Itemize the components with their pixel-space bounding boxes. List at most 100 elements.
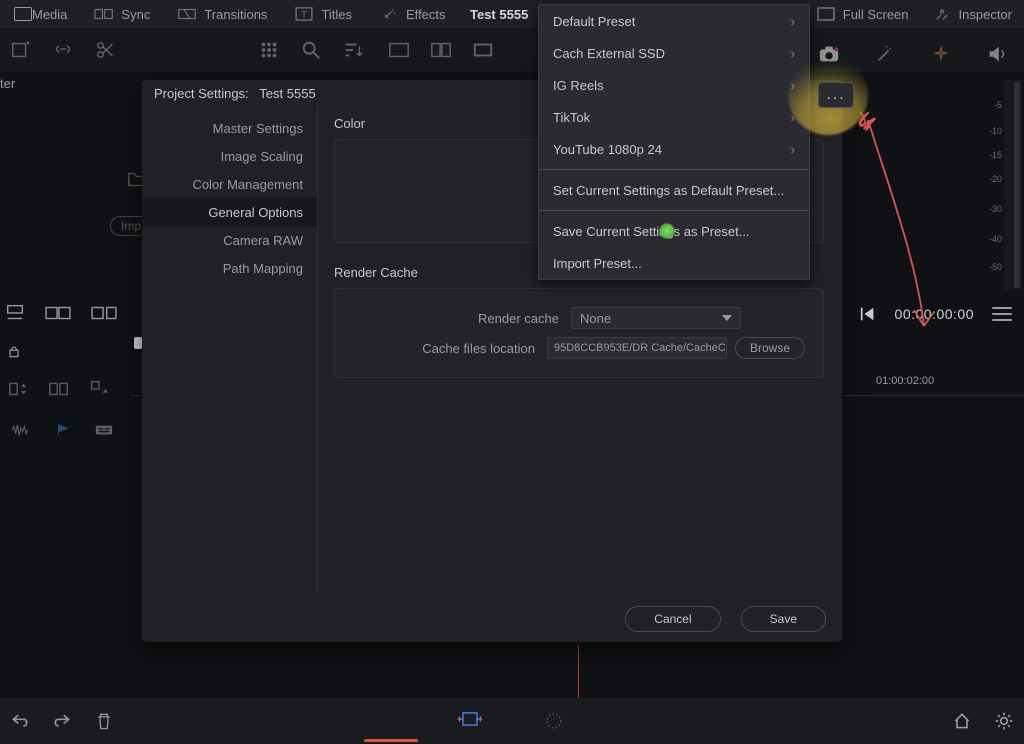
chevron-right-icon: ›	[791, 14, 795, 29]
insert-clip-icon[interactable]	[44, 302, 72, 324]
cancel-button[interactable]: Cancel	[625, 606, 720, 632]
sidebar-item-master-settings[interactable]: Master Settings	[142, 114, 317, 142]
playhead-line[interactable]	[578, 645, 579, 698]
preset-item-set-default[interactable]: Set Current Settings as Default Preset..…	[539, 174, 809, 206]
append-clip-icon[interactable]	[90, 302, 118, 324]
menu-transitions[interactable]: Transitions	[164, 0, 281, 28]
meter-tick: -5	[994, 100, 1002, 110]
grid-icon[interactable]	[258, 39, 280, 61]
top-menu-bar: Media Sync Transitions T Titles Effects …	[0, 0, 1024, 28]
meter-track	[1014, 82, 1020, 288]
timeline-view-c-icon[interactable]	[88, 379, 110, 399]
preset-item-save-preset[interactable]: Save Current Settings as Preset...	[539, 215, 809, 247]
menu-separator	[539, 169, 809, 170]
inspector-icon	[933, 7, 951, 21]
search-icon[interactable]	[300, 39, 322, 61]
lock-icon[interactable]	[6, 343, 22, 359]
label-text: ter	[0, 76, 15, 91]
new-bin-icon[interactable]	[10, 39, 32, 61]
sidebar-item-general-options[interactable]: General Options	[142, 198, 317, 226]
svg-text:T: T	[302, 10, 308, 20]
sidebar-item-path-mapping[interactable]: Path Mapping	[142, 254, 317, 282]
ripple-overwrite-icon[interactable]	[4, 302, 26, 324]
preset-item-youtube[interactable]: YouTube 1080p 24 ›	[539, 133, 809, 165]
home-icon[interactable]	[952, 711, 972, 731]
view-mode-a-icon[interactable]	[388, 39, 410, 61]
playhead-marker-icon[interactable]	[134, 337, 142, 349]
timeline-view-a-icon[interactable]	[8, 379, 30, 399]
sidebar-item-image-scaling[interactable]: Image Scaling	[142, 142, 317, 170]
meter-tick: -15	[989, 150, 1002, 160]
left-timeline-tools-upper	[0, 296, 140, 330]
sort-icon[interactable]	[342, 39, 364, 61]
subtitle-icon[interactable]	[94, 423, 114, 437]
options-dots-button[interactable]: ...	[818, 82, 854, 108]
annotation-red-scribble	[840, 100, 960, 340]
preset-item-ig-reels[interactable]: IG Reels ›	[539, 69, 809, 101]
preset-item-label: Import Preset...	[553, 256, 642, 271]
effects-icon	[380, 7, 398, 21]
cache-location-row: Cache files location 95D8CCB953E/DR Cach…	[353, 333, 805, 363]
menu-label: Inspector	[959, 7, 1012, 22]
gear-icon[interactable]	[994, 711, 1014, 731]
menu-label: Full Screen	[843, 7, 909, 22]
cache-location-label: Cache files location	[397, 341, 547, 356]
meter-tick: -50	[989, 262, 1002, 272]
sidebar-item-color-management[interactable]: Color Management	[142, 170, 317, 198]
menu-effects[interactable]: Effects	[366, 0, 460, 28]
menu-label: Sync	[121, 7, 150, 22]
trash-icon[interactable]	[94, 711, 114, 731]
link-icon[interactable]	[52, 39, 74, 61]
menu-media[interactable]: Media	[0, 0, 81, 28]
waveform-icon[interactable]	[10, 423, 30, 437]
menu-label: Transitions	[204, 7, 267, 22]
camera-icon[interactable]	[818, 43, 840, 65]
undo-icon[interactable]	[10, 711, 30, 731]
bottom-bar	[0, 698, 1024, 744]
ruler-timecode: 01:00:02:00	[876, 375, 934, 387]
scissors-icon[interactable]	[94, 39, 116, 61]
preset-item-label: TikTok	[553, 110, 590, 125]
sync-icon	[95, 7, 113, 21]
annotation-click-cursor	[659, 223, 675, 239]
render-cache-select[interactable]: None	[571, 307, 741, 329]
media-icon	[14, 7, 32, 21]
app-root: Media Sync Transitions T Titles Effects …	[0, 0, 1024, 744]
render-cache-row: Render cache None	[353, 303, 805, 333]
save-button[interactable]: Save	[741, 606, 826, 632]
page-edit[interactable]	[540, 711, 568, 731]
menu-sync[interactable]: Sync	[81, 0, 164, 28]
cache-location-input[interactable]: 95D8CCB953E/DR Cache/CacheClip	[547, 337, 727, 359]
preset-item-cache-ssd[interactable]: Cach External SSD ›	[539, 37, 809, 69]
project-title: Test 5555	[470, 0, 528, 28]
hamburger-menu-icon[interactable]	[992, 307, 1012, 321]
chevron-right-icon: ›	[791, 142, 795, 157]
cache-location-value: 95D8CCB953E/DR Cache/CacheClip	[554, 342, 727, 354]
view-mode-b-icon[interactable]	[430, 39, 452, 61]
magic-wand-icon[interactable]	[874, 43, 896, 65]
timeline-left-controls	[0, 335, 130, 698]
speaker-icon[interactable]	[986, 43, 1008, 65]
view-mode-c-icon[interactable]	[472, 39, 494, 61]
page-cut[interactable]	[456, 709, 484, 734]
menu-inspector[interactable]: Inspector	[921, 0, 1024, 28]
preset-item-tiktok[interactable]: TikTok ›	[539, 101, 809, 133]
dialog-title-prefix: Project Settings:	[154, 86, 249, 101]
preset-item-default[interactable]: Default Preset ›	[539, 5, 809, 37]
redo-icon[interactable]	[52, 711, 72, 731]
marker-flag-icon[interactable]	[52, 423, 72, 437]
browse-button[interactable]: Browse	[735, 337, 805, 359]
sidebar-item-camera-raw[interactable]: Camera RAW	[142, 226, 317, 254]
meter-tick: -40	[989, 234, 1002, 244]
menu-titles[interactable]: T Titles	[281, 0, 366, 28]
preset-item-label: IG Reels	[553, 78, 604, 93]
meter-tick: -30	[989, 204, 1002, 214]
sparkle-icon[interactable]	[930, 43, 952, 65]
menu-fullscreen[interactable]: Full Screen	[805, 0, 921, 28]
preset-item-import[interactable]: Import Preset...	[539, 247, 809, 279]
meter-tick: -20	[989, 174, 1002, 184]
audio-meter	[1004, 80, 1022, 290]
render-cache-box: Render cache None Cache files location 9…	[334, 288, 824, 378]
timeline-view-b-icon[interactable]	[48, 379, 70, 399]
titles-icon: T	[295, 7, 313, 21]
